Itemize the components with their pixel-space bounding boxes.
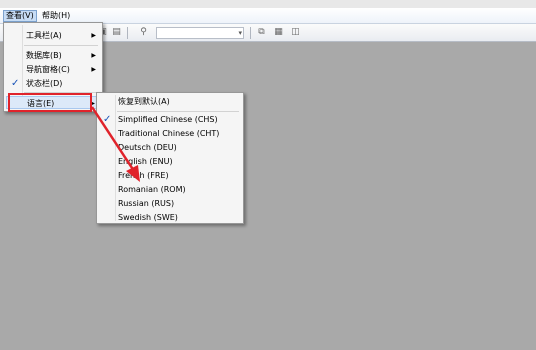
submenu-item-label: Romanian (ROM) xyxy=(118,185,186,194)
menu-item-nav-pane[interactable]: 导航窗格(C) ▶ xyxy=(6,63,100,76)
submenu-arrow-icon: ▶ xyxy=(91,32,96,39)
layout-icon[interactable]: ⧉ xyxy=(256,27,267,38)
toolbar-separator xyxy=(250,27,251,39)
check-icon: ✓ xyxy=(103,114,112,125)
toolbar-separator xyxy=(127,27,128,39)
window-top-strip xyxy=(0,0,536,8)
toolbar-combo-box[interactable]: ▾ xyxy=(156,27,244,39)
menu-help[interactable]: 帮助(H) xyxy=(40,10,72,22)
menu-separator xyxy=(24,45,98,46)
menu-view[interactable]: 查看(V) xyxy=(3,10,37,22)
language-submenu: 恢复到默认(A) ✓ Simplified Chinese (CHS) Trad… xyxy=(96,92,244,224)
menu-item-label: 工具栏(A) xyxy=(26,31,62,40)
menu-item-label: 状态栏(D) xyxy=(26,79,63,88)
menu-item-label: 导航窗格(C) xyxy=(26,65,70,74)
submenu-item-rom[interactable]: Romanian (ROM) xyxy=(99,183,241,196)
submenu-item-deu[interactable]: Deutsch (DEU) xyxy=(99,141,241,154)
submenu-item-enu[interactable]: English (ENU) xyxy=(99,155,241,168)
highlight-box xyxy=(8,93,92,112)
submenu-item-label: Simplified Chinese (CHS) xyxy=(118,115,218,124)
submenu-arrow-icon: ▶ xyxy=(91,52,96,59)
menu-item-database[interactable]: 数据库(B) ▶ xyxy=(6,49,100,62)
dropdown-arrow-icon: ▾ xyxy=(238,29,242,37)
submenu-item-label: Traditional Chinese (CHT) xyxy=(118,129,220,138)
check-icon: ✓ xyxy=(11,78,20,89)
submenu-item-label: 恢复到默认(A) xyxy=(118,97,170,106)
menu-item-toolbar[interactable]: 工具栏(A) ▶ xyxy=(6,29,100,42)
menu-item-statusbar[interactable]: ✓ 状态栏(D) xyxy=(6,77,100,90)
layout-columns-icon[interactable]: ◫ xyxy=(290,27,301,38)
layout-split-icon[interactable]: ▦ xyxy=(273,27,284,38)
submenu-item-fre[interactable]: French (FRE) xyxy=(99,169,241,182)
submenu-arrow-icon: ▶ xyxy=(91,66,96,73)
submenu-item-label: English (ENU) xyxy=(118,157,173,166)
submenu-item-chs[interactable]: ✓ Simplified Chinese (CHS) xyxy=(99,113,241,126)
submenu-item-swe[interactable]: Swedish (SWE) xyxy=(99,211,241,224)
submenu-item-label: French (FRE) xyxy=(118,171,169,180)
submenu-item-cht[interactable]: Traditional Chinese (CHT) xyxy=(99,127,241,140)
submenu-item-rus[interactable]: Russian (RUS) xyxy=(99,197,241,210)
toolbar-save-icon[interactable]: ▤ xyxy=(111,27,122,38)
menu-separator xyxy=(117,111,239,112)
submenu-item-label: Russian (RUS) xyxy=(118,199,175,208)
submenu-item-restore-default[interactable]: 恢复到默认(A) xyxy=(99,95,241,108)
submenu-item-label: Swedish (SWE) xyxy=(118,213,178,222)
search-icon[interactable]: ⚲ xyxy=(138,27,149,38)
submenu-item-label: Deutsch (DEU) xyxy=(118,143,177,152)
menu-item-label: 数据库(B) xyxy=(26,51,62,60)
